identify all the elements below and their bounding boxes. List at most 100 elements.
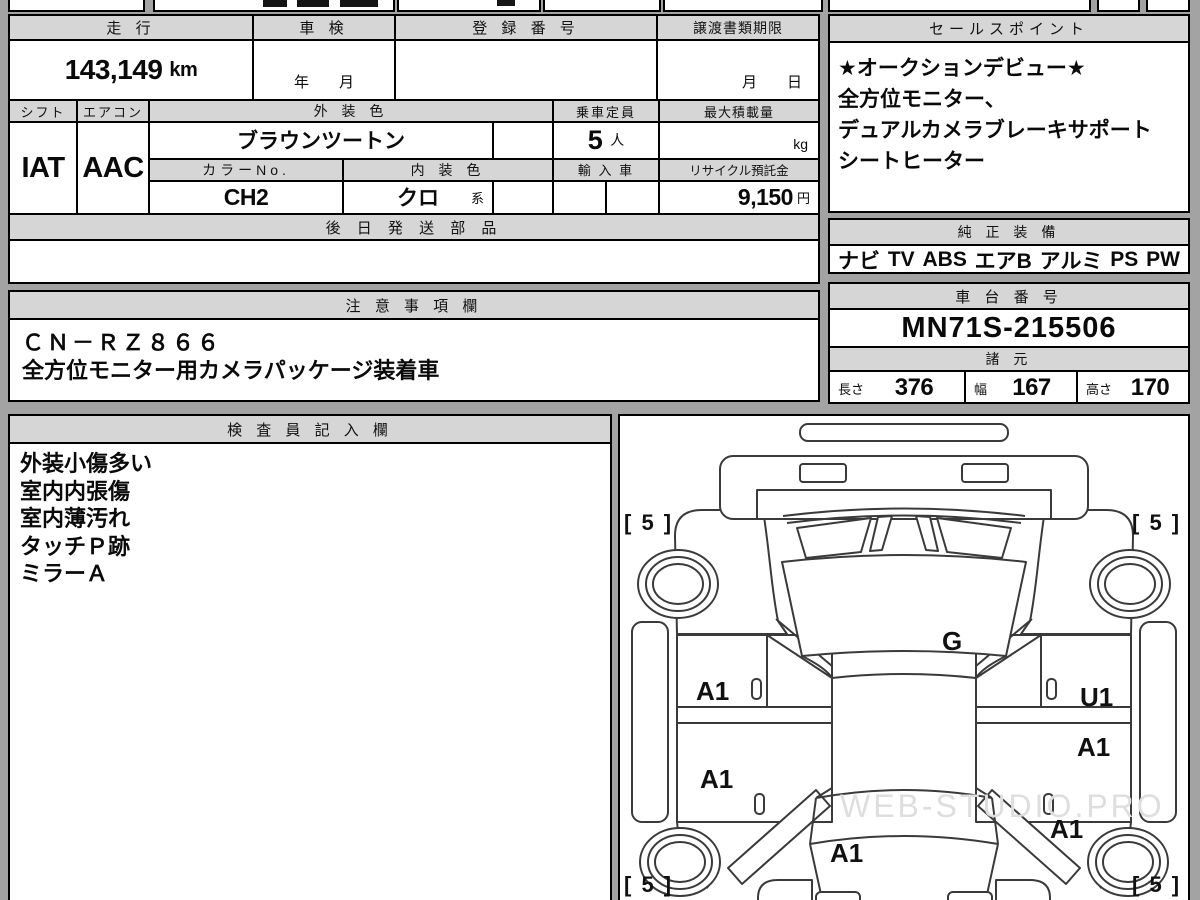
- shaken-header: 車 検: [254, 16, 396, 39]
- exterior-color-header: 外 装 色: [150, 101, 554, 121]
- equipment-item: アルミ: [1039, 250, 1103, 273]
- notes-line: ＣＮ－ＲＺ８６６: [22, 330, 223, 355]
- later-parts-value: [10, 241, 818, 280]
- sales-point-line: 全方位モニター、: [838, 88, 1006, 111]
- aircon-code: AAC: [82, 151, 144, 184]
- rear-bumper-bracket-right: [947, 891, 993, 900]
- inspector-box: 検 査 員 記 入 欄 外装小傷多い 室内内張傷 室内薄汚れ タッチＰ跡 ミラー…: [8, 414, 612, 900]
- mileage-header: 走 行: [10, 16, 254, 39]
- interior-color-header: 内 装 色: [344, 159, 554, 180]
- damage-mark-door-front-right: U1: [1080, 682, 1114, 712]
- transfer-docs-header: 譲渡書類期限: [658, 16, 818, 39]
- color-no-header: カラーNo.: [150, 159, 344, 180]
- interior-color-suffix: 系: [470, 190, 484, 206]
- damage-mark-windshield: G: [942, 626, 963, 656]
- clipped-top-cell: [663, 0, 823, 12]
- notes-line: 全方位モニター用カメラパッケージ装着車: [22, 358, 440, 383]
- max-load-header: 最大積載量: [660, 101, 818, 121]
- main-spec-table: 走 行 車 検 登 録 番 号 譲渡書類期限 143,149 km 年 月 月 …: [8, 14, 820, 284]
- car-diagram-drawing: [631, 423, 1177, 900]
- equipment-header: 純 正 装 備: [830, 220, 1188, 246]
- sales-point-line: ★オークションデビュー★: [838, 57, 1086, 80]
- import-car-value-right: [607, 181, 660, 213]
- clipped-text-fragment: [340, 0, 378, 7]
- shaken-value: 年 月: [254, 41, 396, 99]
- damage-mark-door-front-left: A1: [696, 676, 730, 706]
- max-load-value: kg: [793, 135, 808, 152]
- auction-sheet: 走 行 車 検 登 録 番 号 譲渡書類期限 143,149 km 年 月 月 …: [0, 0, 1200, 900]
- damage-diagram-box: WEB-STUDIO.PRO [ 5 ] [ 5 ] [ 5 ] [ 5 ] G…: [618, 414, 1190, 900]
- clipped-top-cell: [828, 0, 1091, 12]
- equipment-items: ナビ TV ABS エアB アルミ PS PW: [830, 246, 1188, 274]
- length-label: 長さ: [838, 381, 865, 397]
- length-cell: 長さ 376: [830, 372, 966, 404]
- windshield: [781, 554, 1027, 657]
- equipment-item: ナビ: [838, 250, 880, 273]
- mileage-unit: km: [169, 58, 198, 81]
- inspector-body: 外装小傷多い 室内内張傷 室内薄汚れ タッチＰ跡 ミラーＡ: [10, 444, 610, 588]
- capacity-unit: 人: [610, 132, 625, 149]
- rear-bumper-bracket-left: [815, 891, 861, 900]
- door-handle: [754, 793, 765, 815]
- notes-box: 注 意 事 項 欄 ＣＮ－ＲＺ８６６ 全方位モニター用カメラパッケージ装着車: [8, 290, 820, 402]
- inspector-header: 検 査 員 記 入 欄: [10, 416, 610, 444]
- dimensions-header: 諸 元: [830, 348, 1188, 372]
- inspector-line: ミラーＡ: [20, 561, 109, 586]
- inspector-line: タッチＰ跡: [20, 533, 131, 559]
- sales-point-line: デュアルカメラブレーキサポート: [838, 119, 1152, 142]
- damage-mark-rear-gate: A1: [830, 838, 864, 868]
- front-bumper-strip: [799, 423, 1009, 442]
- exterior-capacity-block: ブラウンツートン 5 人 kg カラーNo. 内 装 色 輸 入 車 リサイクル…: [150, 123, 818, 213]
- capacity-header: 乗車定員: [554, 101, 660, 121]
- front-face-panel: [719, 455, 1089, 520]
- notes-header: 注 意 事 項 欄: [10, 292, 818, 320]
- width-label: 幅: [974, 381, 988, 397]
- door-handle: [751, 678, 762, 700]
- inspector-line: 外装小傷多い: [20, 451, 153, 476]
- damage-mark-door-rear-left: A1: [700, 764, 734, 794]
- tire-mark-rear-right: [ 5 ]: [1132, 872, 1182, 897]
- aircon-header: エアコン: [78, 101, 150, 121]
- inspector-line: 室内薄汚れ: [20, 506, 131, 531]
- rear-bumper-corner-left: [757, 879, 813, 900]
- shift-value: IAT: [10, 123, 78, 213]
- sales-points-header: セールスポイント: [830, 16, 1188, 43]
- capacity-number: 5: [587, 124, 603, 155]
- recycle-fee-unit: 円: [796, 190, 810, 206]
- clipped-top-cell: [1097, 0, 1140, 12]
- sales-point-line: シートヒーター: [838, 150, 985, 173]
- wiper-right: [936, 517, 1012, 559]
- wheel-front-right: [1089, 549, 1171, 619]
- rocker-left: [631, 621, 669, 823]
- aircon-value: AAC: [78, 123, 150, 213]
- tire-mark-rear-left: [ 5 ]: [624, 872, 674, 897]
- headlight-right: [961, 463, 1009, 483]
- interior-color-name: クロ: [397, 187, 439, 211]
- notes-body: ＣＮ－ＲＺ８６６ 全方位モニター用カメラパッケージ装着車: [10, 320, 818, 385]
- recycle-fee-number: 9,150: [737, 183, 794, 210]
- color-no-value: CH2: [150, 181, 344, 213]
- equipment-box: 純 正 装 備 ナビ TV ABS エアB アルミ PS PW: [828, 218, 1190, 274]
- equipment-item: PS: [1110, 248, 1139, 271]
- chassis-header: 車 台 番 号: [830, 284, 1188, 310]
- equipment-item: ABS: [922, 248, 967, 271]
- import-car-header: 輸 入 車: [554, 159, 660, 180]
- equipment-item: TV: [887, 248, 915, 271]
- tire-mark-front-left: [ 5 ]: [624, 510, 674, 535]
- chassis-code: MN71S-215506: [901, 311, 1117, 344]
- length-value: 376: [894, 374, 934, 401]
- clipped-top-cell: [543, 0, 661, 12]
- chassis-box: 車 台 番 号 MN71S-215506 諸 元 長さ 376 幅 167 高さ…: [828, 282, 1190, 404]
- clipped-text-fragment: [297, 0, 329, 7]
- later-parts-header: 後 日 発 送 部 品: [10, 215, 818, 239]
- shift-header: シフト: [10, 101, 78, 121]
- chassis-value: MN71S-215506: [830, 310, 1188, 348]
- watermark: WEB-STUDIO.PRO: [840, 788, 1165, 824]
- width-value: 167: [1012, 374, 1051, 401]
- clipped-text-fragment: [497, 0, 515, 6]
- registration-header: 登 録 番 号: [396, 16, 658, 39]
- width-cell: 幅 167: [966, 372, 1078, 404]
- exterior-color-extra-cell: [494, 123, 554, 158]
- rear-bumper-corner-right: [995, 879, 1051, 900]
- exterior-color-value: ブラウンツートン: [150, 123, 494, 158]
